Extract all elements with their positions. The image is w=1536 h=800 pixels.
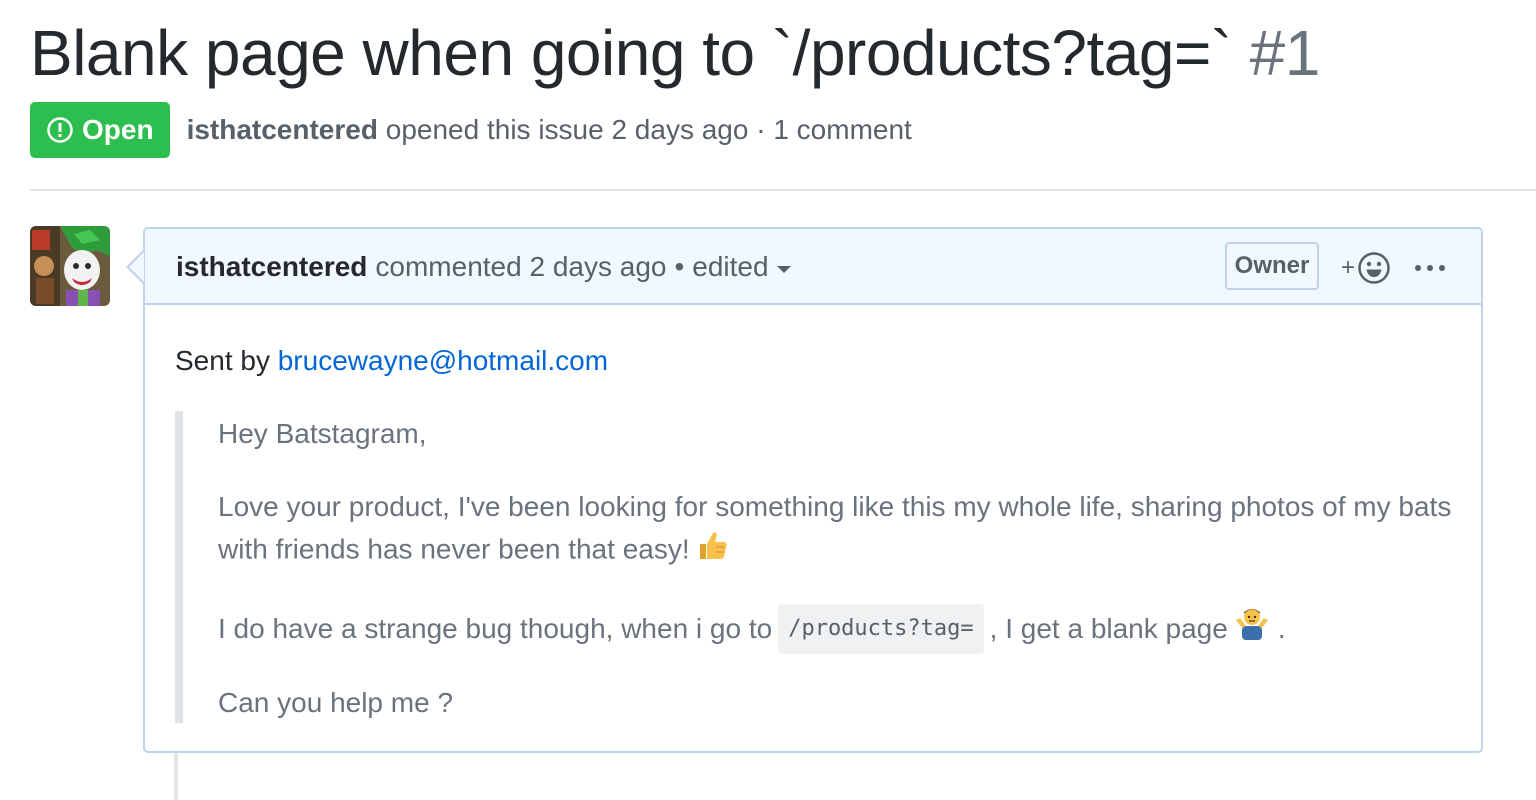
issue-meta: Open isthatcentered opened this issue 2 …	[30, 102, 912, 158]
issue-author-link[interactable]: isthatcentered	[187, 114, 378, 145]
quote-paragraph-2: I do have a strange bug though, when i g…	[218, 604, 1286, 654]
sent-by-label: Sent by	[175, 345, 270, 376]
edited-dropdown[interactable]: edited	[692, 251, 791, 283]
quote-paragraph-1: Love your product, I've been looking for…	[218, 486, 1458, 574]
comment-header-text: isthatcentered commented 2 days ago • ed…	[176, 229, 791, 305]
issue-number: #1	[1249, 17, 1321, 89]
comment-separator: •	[674, 251, 685, 282]
issue-title: Blank page when going to `/products?tag=…	[30, 14, 1320, 92]
avatar[interactable]	[30, 226, 110, 306]
person-shrugging-emoji	[1234, 606, 1270, 652]
comment-box: isthatcentered commented 2 days ago • ed…	[143, 227, 1483, 753]
timeline-line	[174, 752, 178, 800]
quote-paragraph-1-text: Love your product, I've been looking for…	[218, 491, 1452, 565]
kebab-horizontal-icon	[1415, 265, 1421, 271]
comment-author-link[interactable]: isthatcentered	[176, 251, 367, 283]
edited-label: edited	[692, 251, 769, 282]
issue-title-text: Blank page when going to `/products?tag=…	[30, 17, 1232, 89]
quote-paragraph-2-before: I do have a strange bug though, when i g…	[218, 613, 773, 644]
owner-badge: Owner	[1225, 242, 1319, 290]
quote-paragraph-2-after: , I get a blank page	[989, 613, 1228, 644]
comment-timestamp[interactable]: commented 2 days ago	[375, 251, 666, 283]
header-divider	[30, 189, 1536, 191]
blockquote: Hey Batstagram, Love your product, I've …	[175, 411, 1451, 723]
comment-body: Sent by brucewayne@hotmail.com Hey Batst…	[175, 341, 1455, 723]
avatar-image	[30, 226, 110, 306]
quote-greeting: Hey Batstagram,	[218, 418, 427, 449]
quote-closing: Can you help me ?	[218, 687, 454, 718]
smiley-icon	[1358, 252, 1390, 284]
more-options-button[interactable]	[1415, 254, 1445, 282]
issue-state-label: Open	[82, 114, 154, 145]
sent-by-line: Sent by brucewayne@hotmail.com	[175, 341, 1455, 381]
comment-header: isthatcentered commented 2 days ago • ed…	[145, 229, 1481, 305]
sender-email-link[interactable]: brucewayne@hotmail.com	[278, 345, 608, 376]
add-reaction-button[interactable]: +	[1341, 251, 1391, 285]
plus-label: +	[1341, 254, 1356, 281]
inline-code: /products?tag=	[778, 604, 984, 654]
issue-opened-info: opened this issue 2 days ago · 1 comment	[385, 114, 912, 145]
comment-arrow-fill	[129, 252, 144, 282]
issue-meta-text: isthatcentered opened this issue 2 days …	[187, 114, 912, 146]
quote-paragraph-2-end: .	[1277, 613, 1286, 644]
thumbs-up-emoji	[696, 528, 730, 574]
issue-opened-icon	[47, 117, 73, 143]
issue-state-badge: Open	[30, 102, 170, 158]
caret-down-icon	[776, 265, 791, 273]
